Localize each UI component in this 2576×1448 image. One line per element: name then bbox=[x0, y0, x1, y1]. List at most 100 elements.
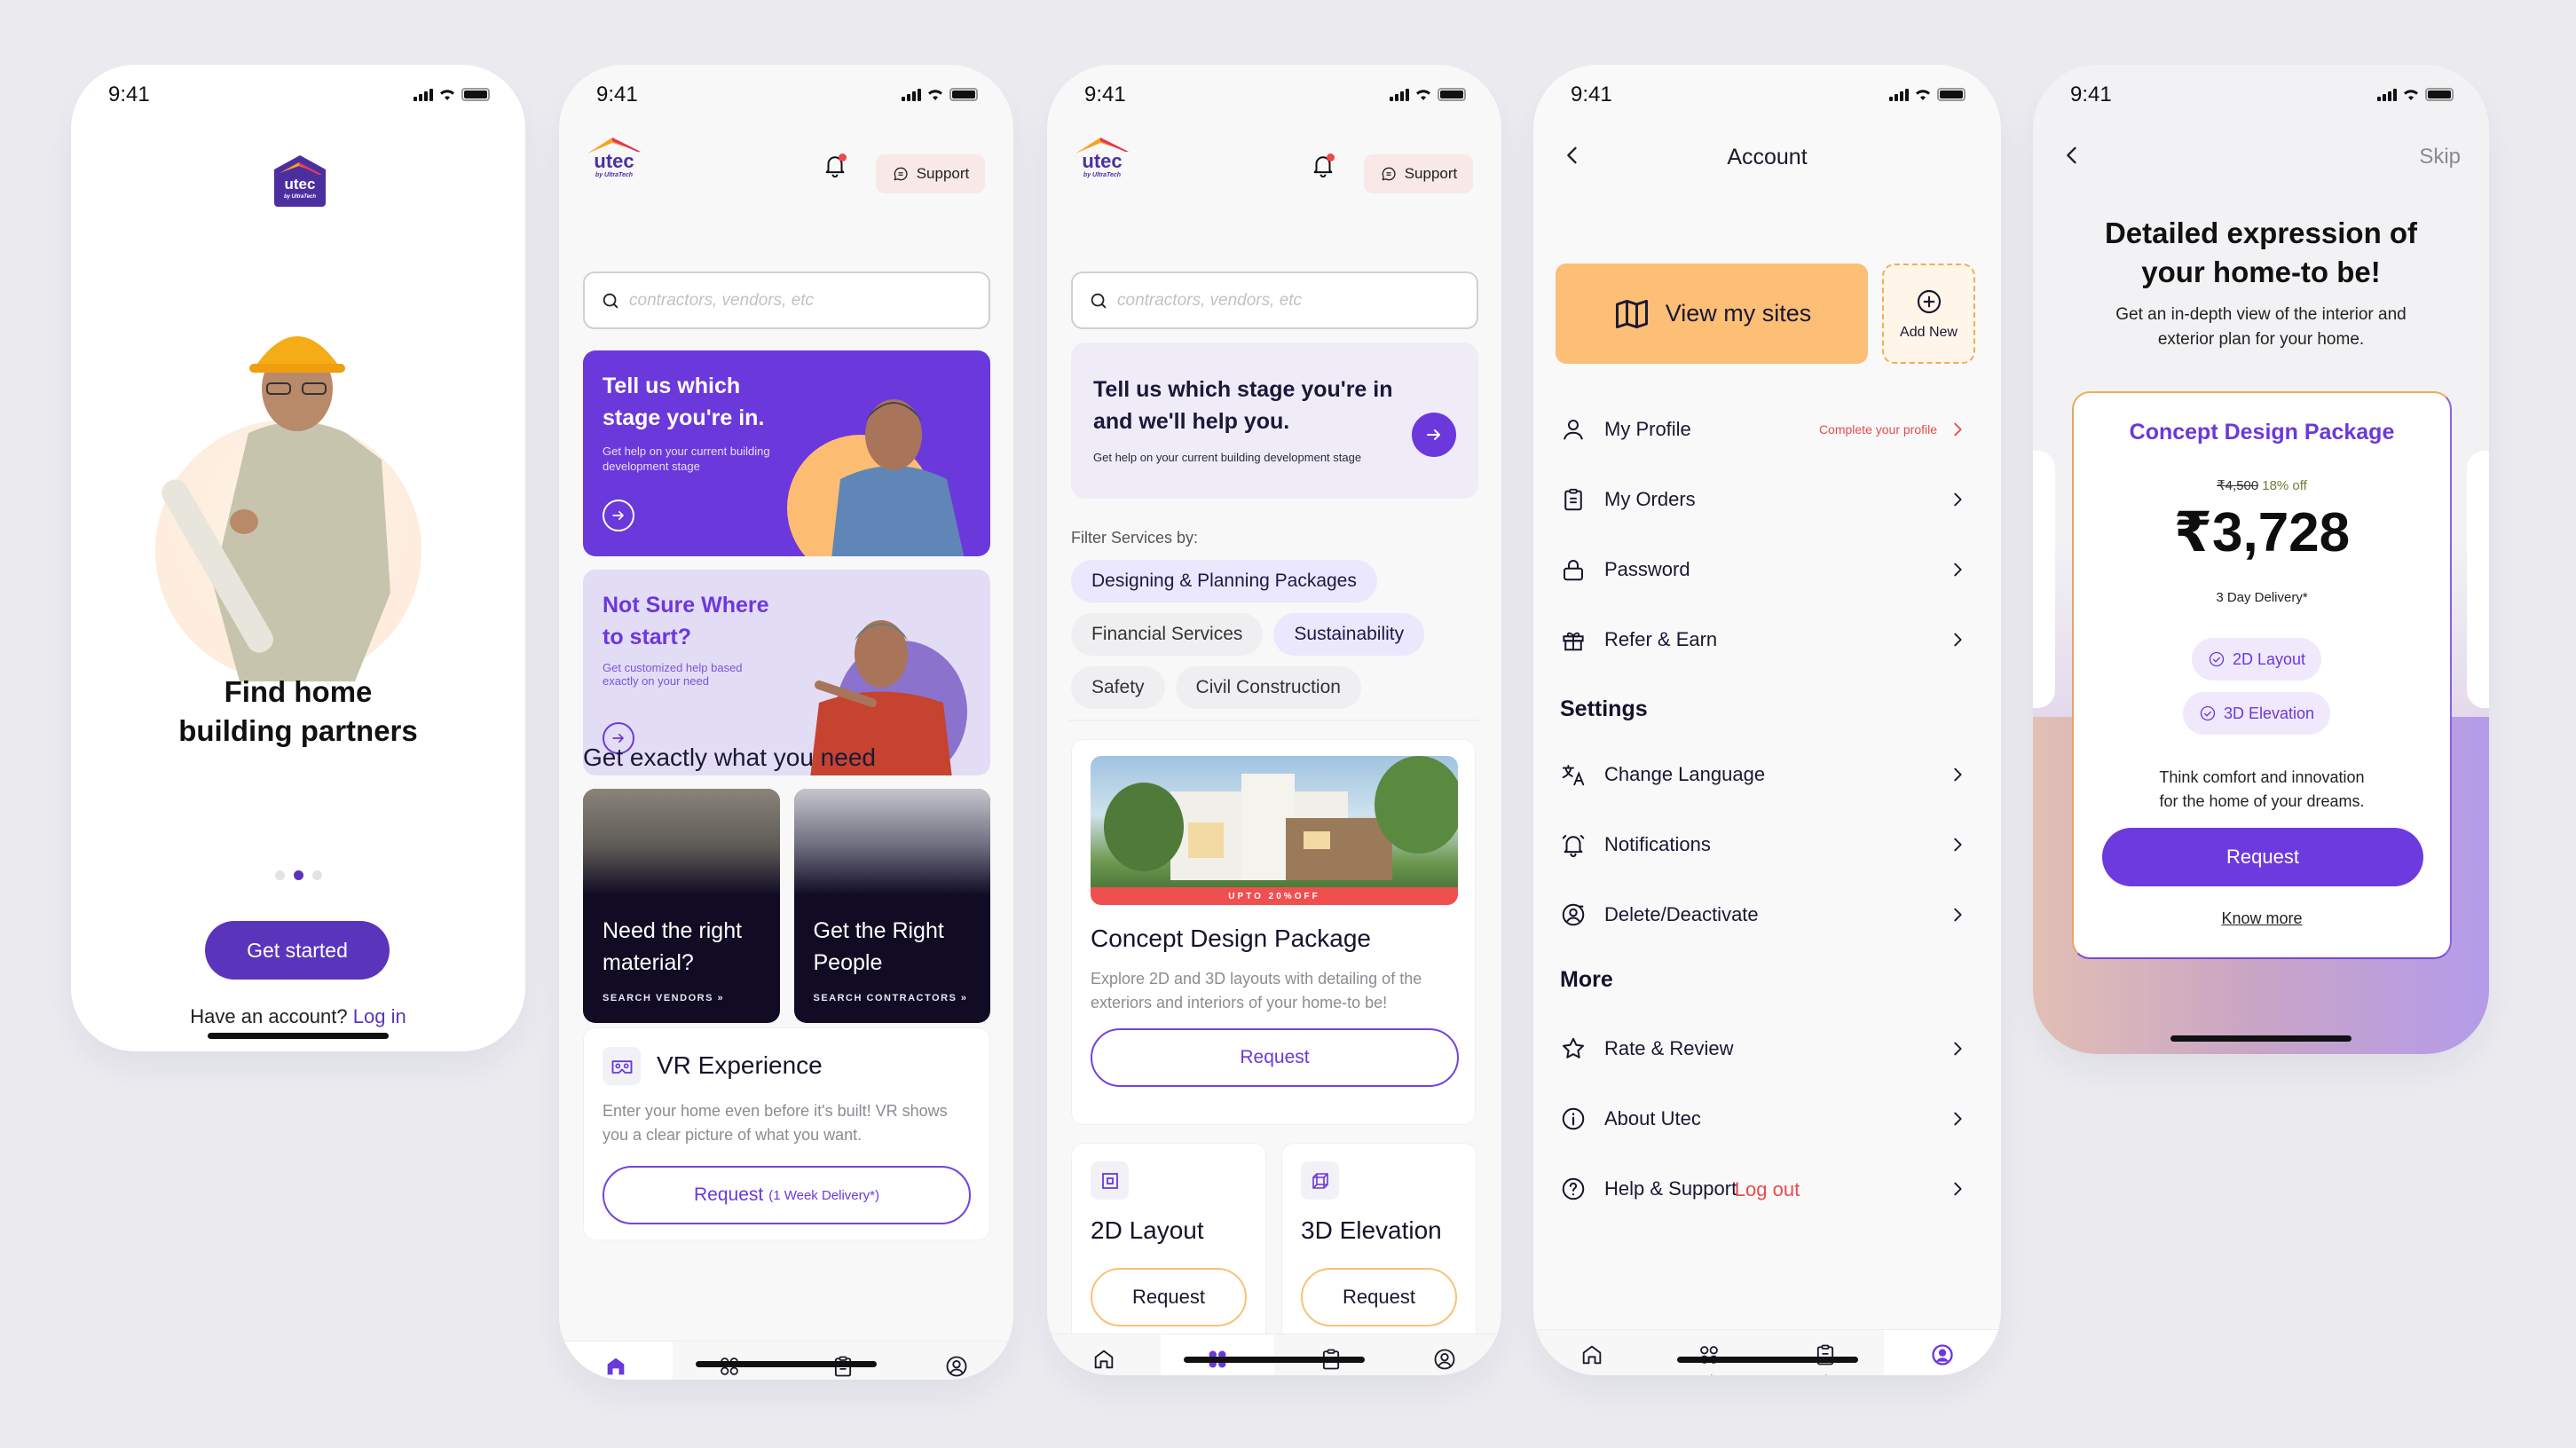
status-time: 9:41 bbox=[596, 83, 638, 106]
tab-account[interactable]: Account bbox=[1388, 1334, 1501, 1375]
house-render-image bbox=[1091, 756, 1458, 887]
back-chevron-icon[interactable] bbox=[2060, 143, 2084, 168]
menu-item-my-profile[interactable]: My Profile Complete your profile bbox=[1560, 407, 1967, 452]
skip-button[interactable]: Skip bbox=[2419, 145, 2461, 169]
menu-item-delete-deactivate[interactable]: Delete/Deactivate bbox=[1560, 893, 1967, 937]
page-dot[interactable] bbox=[274, 870, 285, 880]
menu-item-refer-earn[interactable]: Refer & Earn bbox=[1560, 618, 1967, 662]
menu-item-password[interactable]: Password bbox=[1560, 547, 1967, 592]
utec-logo: utec by UltraTech bbox=[274, 155, 326, 207]
stage-promo-card[interactable]: Tell us which stage you're in. Get help o… bbox=[583, 350, 990, 556]
svg-text:by UltraTech: by UltraTech bbox=[1083, 172, 1121, 178]
tab-orders[interactable]: Orders bbox=[1274, 1334, 1388, 1375]
tab-account[interactable]: Account bbox=[900, 1342, 1013, 1380]
notification-dot bbox=[839, 153, 847, 161]
hero-worker-image bbox=[161, 336, 390, 681]
bottom-tab-bar: Home Services Orders Account bbox=[1533, 1329, 2001, 1375]
filter-chip[interactable]: Financial Services bbox=[1071, 613, 1264, 656]
menu-item-change-language[interactable]: Change Language bbox=[1560, 752, 1967, 797]
add-new-site-button[interactable]: Add New bbox=[1882, 264, 1975, 364]
login-link[interactable]: Log in bbox=[353, 1005, 406, 1027]
card-title: 3D Elevation bbox=[1301, 1216, 1442, 1244]
get-started-button[interactable]: Get started bbox=[205, 921, 390, 980]
tab-services[interactable]: Services bbox=[1650, 1330, 1768, 1375]
notification-bell-icon[interactable] bbox=[822, 152, 848, 178]
check-circle-icon bbox=[2208, 650, 2225, 668]
home-indicator bbox=[1676, 1357, 1858, 1363]
account-screen: 9:41 Account View my sites Add New My Pr… bbox=[1533, 65, 2001, 1375]
page-dot[interactable] bbox=[311, 870, 322, 880]
tab-home[interactable]: Home bbox=[559, 1342, 673, 1380]
promo-subtitle: Get help on your current building develo… bbox=[603, 445, 770, 473]
home-indicator bbox=[696, 1361, 877, 1367]
page-dot-active[interactable] bbox=[293, 870, 303, 880]
nav-header: Account bbox=[1533, 134, 2001, 187]
utec-logo: utec by UltraTech bbox=[587, 138, 641, 178]
menu-item-notifications[interactable]: Notifications bbox=[1560, 822, 1967, 867]
bottom-tab-bar: Home Services Orders Account bbox=[1047, 1334, 1501, 1375]
filter-chip[interactable]: Designing & Planning Packages bbox=[1071, 560, 1377, 602]
promo-title: Tell us which stage you're in. bbox=[603, 374, 765, 430]
chevron-right-icon bbox=[1948, 905, 1967, 925]
settings-heading: Settings bbox=[1560, 696, 1648, 721]
menu-item-about-utec[interactable]: About Utec bbox=[1560, 1097, 1967, 1141]
filter-label: Filter Services by: bbox=[1071, 529, 1199, 547]
tab-services[interactable]: Services bbox=[1161, 1334, 1274, 1375]
chevron-right-icon bbox=[1948, 560, 1967, 579]
search-field[interactable] bbox=[1071, 272, 1478, 329]
arrow-right-icon[interactable] bbox=[1412, 413, 1456, 457]
notification-bell-icon[interactable] bbox=[1310, 152, 1336, 178]
menu-item-rate-review[interactable]: Rate & Review bbox=[1560, 1027, 1967, 1071]
search-contractors-link[interactable]: SEARCH CONTRACTORS » bbox=[814, 993, 968, 1003]
prev-card-peek[interactable] bbox=[2033, 451, 2055, 708]
chevron-right-icon bbox=[1948, 835, 1967, 854]
cellular-signal-icon bbox=[1390, 88, 1409, 101]
onboarding-screen: 9:41 utec by UltraTech Find home buildin… bbox=[71, 65, 525, 1051]
arrow-right-icon[interactable] bbox=[603, 500, 634, 531]
support-button[interactable]: Support bbox=[876, 154, 985, 193]
status-time: 9:41 bbox=[2070, 83, 2112, 106]
know-more-link[interactable]: Know more bbox=[2074, 909, 2450, 928]
gift-icon bbox=[1560, 626, 1587, 653]
workers-image bbox=[793, 789, 990, 895]
logout-button[interactable]: Log out bbox=[1533, 1178, 2001, 1201]
nav-header: Skip bbox=[2033, 134, 2489, 187]
contractors-tile[interactable]: Get the Right People SEARCH CONTRACTORS … bbox=[793, 789, 990, 1023]
onboarding-title: Find home building partners bbox=[178, 675, 418, 747]
page-indicator[interactable] bbox=[71, 870, 525, 880]
search-vendors-link[interactable]: SEARCH VENDORS » bbox=[603, 993, 724, 1003]
filter-chip[interactable]: Safety bbox=[1071, 666, 1165, 709]
3d-elevation-request-button[interactable]: Request bbox=[1301, 1268, 1457, 1326]
stage-help-card[interactable]: Tell us which stage you're in and we'll … bbox=[1071, 342, 1478, 499]
menu-item-my-orders[interactable]: My Orders bbox=[1560, 477, 1967, 522]
2d-layout-request-button[interactable]: Request bbox=[1091, 1268, 1247, 1326]
chevron-right-icon bbox=[1948, 1109, 1967, 1129]
tab-orders[interactable]: Orders bbox=[1768, 1330, 1885, 1375]
page-title: Account bbox=[1727, 145, 1808, 169]
home-icon bbox=[1091, 1347, 1116, 1372]
request-button[interactable]: Request bbox=[2102, 828, 2423, 886]
vr-request-button[interactable]: Request (1 Week Delivery*) bbox=[603, 1166, 971, 1224]
filter-chip[interactable]: Sustainability bbox=[1273, 613, 1425, 656]
complete-profile-hint[interactable]: Complete your profile bbox=[1819, 422, 1937, 437]
search-input[interactable] bbox=[629, 290, 989, 311]
home-screen: 9:41 utec by UltraTech Support Tell us w… bbox=[559, 65, 1013, 1380]
filter-chip[interactable]: Civil Construction bbox=[1175, 666, 1361, 709]
section-title: Get exactly what you need bbox=[583, 744, 876, 771]
battery-icon bbox=[461, 88, 490, 101]
quick-tiles: Need the right material? SEARCH VENDORS … bbox=[583, 789, 990, 1023]
next-card-peek[interactable] bbox=[2467, 451, 2489, 708]
check-circle-icon bbox=[2199, 704, 2217, 722]
tab-home[interactable]: Home bbox=[1047, 1334, 1161, 1375]
search-input[interactable] bbox=[1117, 290, 1477, 311]
vendors-tile[interactable]: Need the right material? SEARCH VENDORS … bbox=[583, 789, 780, 1023]
support-button[interactable]: Support bbox=[1364, 154, 1473, 193]
search-field[interactable] bbox=[583, 272, 990, 329]
status-time: 9:41 bbox=[1571, 83, 1612, 106]
plus-circle-icon bbox=[1915, 287, 1943, 316]
view-my-sites-button[interactable]: View my sites bbox=[1556, 264, 1868, 364]
search-icon bbox=[1089, 291, 1108, 311]
tab-account[interactable]: Account bbox=[1884, 1330, 2001, 1375]
package-request-button[interactable]: Request bbox=[1091, 1028, 1459, 1087]
tab-home[interactable]: Home bbox=[1533, 1330, 1650, 1375]
